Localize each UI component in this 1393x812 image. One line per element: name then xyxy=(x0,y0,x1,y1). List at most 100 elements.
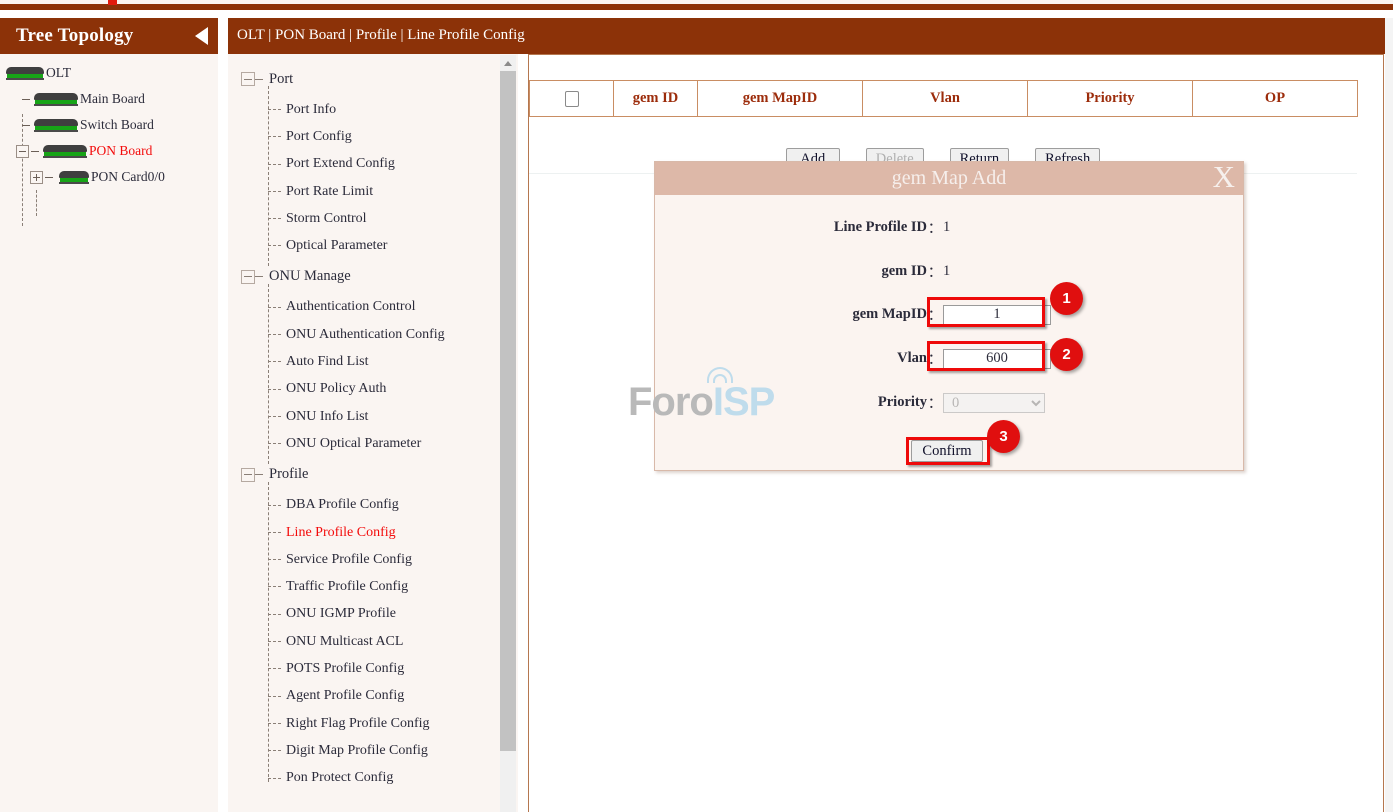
nav-branch-line xyxy=(268,416,281,417)
nav-item-service-profile-config[interactable]: Service Profile Config xyxy=(228,546,500,573)
tree-node-main-board[interactable]: Main Board xyxy=(0,86,218,112)
tree-node-label[interactable]: Switch Board xyxy=(80,117,154,133)
nav-item-dba-profile-config[interactable]: DBA Profile Config xyxy=(228,492,500,519)
nav-item-label[interactable]: Storm Control xyxy=(286,211,367,227)
nav-item-port-extend-config[interactable]: Port Extend Config xyxy=(228,151,500,178)
nav-item-label[interactable]: Digit Map Profile Config xyxy=(286,743,428,759)
nav-branch-line xyxy=(268,778,281,779)
nav-item-storm-control[interactable]: Storm Control xyxy=(228,205,500,232)
nav-group-label[interactable]: ONU Manage xyxy=(269,268,351,285)
nav-item-label[interactable]: ONU Optical Parameter xyxy=(286,436,421,452)
gem-map-table-wrap: gem ID gem MapID Vlan Priority OP xyxy=(529,80,1357,117)
nav-item-optical-parameter[interactable]: Optical Parameter xyxy=(228,232,500,259)
nav-item-digit-map-profile-config[interactable]: Digit Map Profile Config xyxy=(228,737,500,764)
field-colon: ： xyxy=(927,261,943,282)
nav-item-onu-info-list[interactable]: ONU Info List xyxy=(228,403,500,430)
nav-branch-line xyxy=(268,218,281,219)
nav-item-label[interactable]: Port Info xyxy=(286,102,336,118)
nav-branch-line xyxy=(268,641,281,642)
confirm-button[interactable]: Confirm xyxy=(911,440,983,462)
vlan-label: Vlan xyxy=(655,350,927,367)
navigation-scroll-area[interactable]: Port Port Info Port Config Port Extend C… xyxy=(228,54,518,812)
nav-item-label[interactable]: Authentication Control xyxy=(286,299,415,315)
tree-node-label[interactable]: PON Board xyxy=(89,143,152,159)
tree-node-label[interactable]: PON Card0/0 xyxy=(91,169,165,185)
table-header-gem-mapid: gem MapID xyxy=(698,81,863,117)
nav-branch-line xyxy=(268,532,281,533)
triangle-left-icon[interactable] xyxy=(195,27,208,45)
nav-group-label[interactable]: Port xyxy=(269,71,293,88)
nav-branch-line xyxy=(268,191,281,192)
tree-node-pon-board[interactable]: PON Board xyxy=(0,138,218,164)
navigation-list: Port Port Info Port Config Port Extend C… xyxy=(228,54,500,792)
table-header-vlan: Vlan xyxy=(863,81,1028,117)
nav-item-label[interactable]: Port Extend Config xyxy=(286,156,395,172)
nav-item-label[interactable]: POTS Profile Config xyxy=(286,661,404,677)
nav-expander-minus-icon[interactable] xyxy=(241,72,255,86)
nav-item-traffic-profile-config[interactable]: Traffic Profile Config xyxy=(228,573,500,600)
breadcrumb-header: OLT | PON Board | Profile | Line Profile… xyxy=(228,18,1393,54)
tree-topology-panel: Tree Topology OLT Main Board Switch Boar… xyxy=(0,18,218,812)
gem-mapid-label: gem MapID xyxy=(655,306,927,323)
tree-expander-plus-icon[interactable] xyxy=(30,171,43,184)
scroll-up-arrow-icon[interactable] xyxy=(500,55,516,71)
step-badge-1: 1 xyxy=(1050,282,1083,315)
gem-mapid-input[interactable] xyxy=(943,305,1051,325)
line-profile-id-value: 1 xyxy=(943,219,950,236)
nav-item-label[interactable]: ONU IGMP Profile xyxy=(286,606,396,622)
nav-item-line-profile-config[interactable]: Line Profile Config xyxy=(228,519,500,546)
nav-item-onu-optical-parameter[interactable]: ONU Optical Parameter xyxy=(228,430,500,457)
nav-item-onu-policy-auth[interactable]: ONU Policy Auth xyxy=(228,376,500,403)
nav-expander-minus-icon[interactable] xyxy=(241,270,255,284)
panel-gap xyxy=(218,54,228,812)
nav-item-label[interactable]: ONU Authentication Config xyxy=(286,327,445,343)
nav-item-pon-protect-config[interactable]: Pon Protect Config xyxy=(228,765,500,792)
panel-gap xyxy=(518,54,528,812)
nav-item-port-rate-limit[interactable]: Port Rate Limit xyxy=(228,178,500,205)
device-board-icon xyxy=(34,119,78,132)
nav-item-authentication-control[interactable]: Authentication Control xyxy=(228,294,500,321)
nav-item-onu-igmp-profile[interactable]: ONU IGMP Profile xyxy=(228,601,500,628)
checkbox-icon[interactable] xyxy=(565,91,579,107)
tree-node-label[interactable]: Main Board xyxy=(80,91,145,107)
nav-item-label[interactable]: Pon Protect Config xyxy=(286,770,393,786)
priority-select[interactable]: 0 xyxy=(943,393,1045,413)
field-colon: ： xyxy=(927,304,943,325)
nav-expander-minus-icon[interactable] xyxy=(241,468,255,482)
nav-item-label[interactable]: DBA Profile Config xyxy=(286,497,399,513)
nav-item-right-flag-profile-config[interactable]: Right Flag Profile Config xyxy=(228,710,500,737)
tree-node-label[interactable]: OLT xyxy=(46,65,71,81)
device-board-icon xyxy=(6,67,44,80)
nav-item-label[interactable]: ONU Info List xyxy=(286,409,368,425)
nav-scrollbar[interactable] xyxy=(500,55,516,812)
device-board-icon xyxy=(59,171,89,184)
nav-item-onu-multicast-acl[interactable]: ONU Multicast ACL xyxy=(228,628,500,655)
nav-item-auto-find-list[interactable]: Auto Find List xyxy=(228,348,500,375)
nav-group-label[interactable]: Profile xyxy=(269,466,308,483)
nav-item-label[interactable]: Port Config xyxy=(286,129,352,145)
nav-item-label[interactable]: Optical Parameter xyxy=(286,238,387,254)
nav-item-label[interactable]: Port Rate Limit xyxy=(286,184,373,200)
tree-node-switch-board[interactable]: Switch Board xyxy=(0,112,218,138)
nav-scrollbar-thumb[interactable] xyxy=(500,71,516,751)
nav-item-label[interactable]: Agent Profile Config xyxy=(286,688,404,704)
nav-item-port-config[interactable]: Port Config xyxy=(228,123,500,150)
close-icon[interactable]: X xyxy=(1213,160,1235,194)
nav-item-label[interactable]: Service Profile Config xyxy=(286,552,412,568)
nav-item-label[interactable]: Right Flag Profile Config xyxy=(286,716,430,732)
nav-item-port-info[interactable]: Port Info xyxy=(228,96,500,123)
nav-item-label[interactable]: Line Profile Config xyxy=(286,525,396,541)
nav-item-label[interactable]: Auto Find List xyxy=(286,354,368,370)
nav-item-label[interactable]: Traffic Profile Config xyxy=(286,579,408,595)
tree-node-pon-card[interactable]: PON Card0/0 xyxy=(0,164,218,190)
nav-item-label[interactable]: ONU Multicast ACL xyxy=(286,634,403,650)
nav-item-agent-profile-config[interactable]: Agent Profile Config xyxy=(228,683,500,710)
vlan-input[interactable] xyxy=(943,349,1051,369)
navigation-panel: OLT | PON Board | Profile | Line Profile… xyxy=(228,18,518,812)
nav-branch-line xyxy=(268,668,281,669)
nav-item-onu-authentication-config[interactable]: ONU Authentication Config xyxy=(228,321,500,348)
nav-item-label[interactable]: ONU Policy Auth xyxy=(286,381,386,397)
tree-node-olt[interactable]: OLT xyxy=(0,60,218,86)
tree-expander-minus-icon[interactable] xyxy=(16,145,29,158)
nav-item-pots-profile-config[interactable]: POTS Profile Config xyxy=(228,655,500,682)
